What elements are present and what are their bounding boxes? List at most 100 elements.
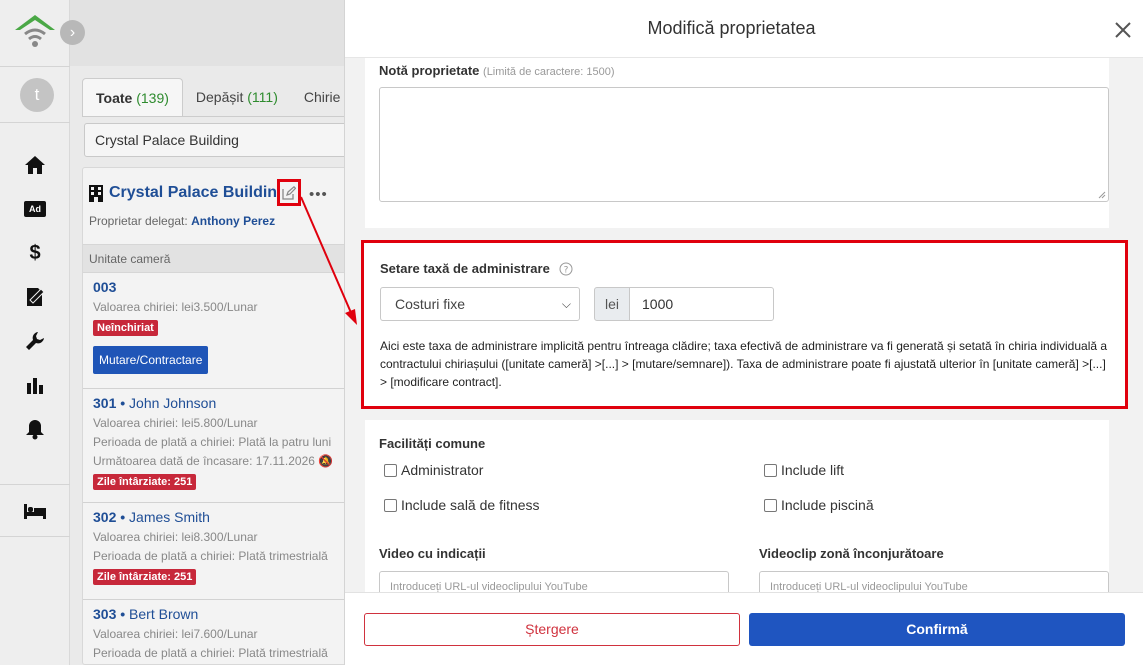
modal-footer: Ștergere Confirmă (345, 592, 1143, 665)
more-options-icon[interactable]: ••• (309, 186, 328, 203)
help-icon[interactable]: ? (559, 262, 573, 276)
resize-handle-icon[interactable] (1098, 191, 1106, 199)
unit-number[interactable]: 301 (93, 395, 116, 411)
divider (0, 122, 70, 123)
fee-type-select[interactable]: Costuri fixe ⌵ (380, 287, 580, 321)
fee-amount-input[interactable]: 1000 (629, 287, 774, 321)
expand-sidebar-button[interactable]: › (60, 20, 85, 45)
facility-lift-checkbox[interactable]: Include lift (764, 462, 844, 478)
divider (0, 484, 70, 485)
unit-title: 303 • Bert Brown (93, 606, 199, 622)
next-payment: Următoarea dată de încasare: 17.11.2026 … (93, 454, 369, 468)
building-icon (89, 184, 103, 202)
list-item[interactable]: 301 • John Johnson Valoarea chiriei: lei… (83, 389, 369, 503)
tab-label: Toate (96, 90, 133, 106)
unit-number[interactable]: 303 (93, 606, 116, 622)
tab-all[interactable]: Toate (139) (82, 78, 183, 116)
dollar-icon[interactable]: $ (23, 241, 47, 265)
facility-administrator-checkbox[interactable]: Administrator (384, 462, 483, 478)
filter-tabs: Toate (139) Depășit (111) Chirie (82, 78, 353, 116)
unit-column-header: Unitate cameră (83, 244, 369, 273)
contract-icon[interactable] (23, 285, 47, 309)
unit-period: Perioada de plată a chiriei: Plată trime… (93, 549, 328, 563)
fee-header: Setare taxă de administrare ? (380, 261, 573, 276)
next-payment-label: Următoarea dată de încasare: (93, 454, 253, 468)
home-icon[interactable] (23, 153, 47, 177)
bell-off-icon[interactable]: 🔕 (318, 454, 333, 468)
unit-rent: Valoarea chiriei: lei3.500/Lunar (93, 300, 258, 314)
property-select[interactable]: Crystal Palace Building (84, 123, 370, 157)
checkbox[interactable] (764, 498, 777, 512)
tab-count: (139) (136, 90, 169, 106)
facility-pool-checkbox[interactable]: Include piscină (764, 497, 874, 513)
currency-prefix: lei (594, 287, 630, 321)
overdue-badge: Zile întârziate: 251 (93, 474, 197, 490)
unit-title: 301 • John Johnson (93, 395, 217, 411)
tenant-name[interactable]: James Smith (129, 509, 210, 525)
fee-description: Aici este taxa de administrare implicită… (380, 339, 1108, 389)
chevron-down-icon: ⌵ (561, 297, 571, 311)
tab-overdue[interactable]: Depășit (111) (183, 78, 291, 116)
edit-property-modal: Modifică proprietatea Notă proprietate (… (344, 0, 1143, 665)
svg-text:?: ? (563, 265, 568, 275)
divider (82, 116, 370, 117)
ad-icon-label: Ad (24, 201, 46, 217)
next-payment-date: 17.11.2026 (255, 454, 315, 468)
video-url-input[interactable]: Introduceți URL-ul videoclipului YouTube (379, 571, 729, 592)
delegated-owner: Proprietar delegat: Anthony Perez (89, 214, 275, 228)
bed-icon[interactable] (23, 499, 47, 523)
move-in-button[interactable]: Mutare/Contractare (93, 346, 209, 374)
unit-number[interactable]: 003 (93, 279, 369, 295)
note-section: Notă proprietate (Limită de caractere: 1… (365, 58, 1109, 228)
owner-label: Proprietar delegat: (89, 214, 188, 228)
note-hint: (Limită de caractere: 1500) (483, 66, 615, 78)
checkbox[interactable] (384, 498, 397, 512)
delete-button[interactable]: Ștergere (364, 613, 740, 646)
bell-icon[interactable] (23, 417, 47, 441)
building-title[interactable]: Crystal Palace Building (109, 184, 287, 202)
facility-gym-checkbox[interactable]: Include sală de fitness (384, 497, 540, 513)
fee-type-value: Costuri fixe (395, 296, 466, 312)
chart-icon[interactable] (23, 373, 47, 397)
checkbox-label: Administrator (401, 462, 484, 478)
tab-label: Depășit (195, 89, 244, 105)
sidebar: › t Ad $ (0, 0, 85, 665)
checkbox[interactable] (764, 463, 777, 477)
owner-name[interactable]: Anthony Perez (191, 214, 275, 228)
avatar[interactable]: t (20, 78, 54, 112)
property-list-panel: Toate (139) Depășit (111) Chirie Crystal… (70, 0, 370, 665)
area-video-url-input[interactable]: Introduceți URL-ul videoclipului YouTube (759, 571, 1109, 592)
wrench-icon[interactable] (23, 329, 47, 353)
note-label-text: Notă proprietate (379, 63, 480, 78)
tenant-name[interactable]: John Johnson (129, 395, 216, 411)
unit-rent: Valoarea chiriei: lei7.600/Lunar (93, 627, 258, 641)
tab-count: (111) (247, 89, 278, 105)
checkbox-label: Include lift (781, 462, 845, 478)
edit-building-button[interactable] (277, 179, 301, 206)
divider (0, 66, 70, 67)
facilities-section: Facilități comune Administrator Include … (365, 420, 1109, 592)
status-badge: Neînchiriat (93, 320, 158, 336)
top-bar (70, 0, 370, 66)
checkbox[interactable] (384, 463, 397, 477)
unit-rent: Valoarea chiriei: lei5.800/Lunar (93, 416, 258, 430)
checkbox-label: Include sală de fitness (401, 497, 540, 513)
checkbox-label: Include piscină (781, 497, 874, 513)
unit-rent: Valoarea chiriei: lei8.300/Lunar (93, 530, 258, 544)
unit-period: Perioada de plată a chiriei: Plată trime… (93, 646, 328, 660)
confirm-button[interactable]: Confirmă (749, 613, 1125, 646)
close-icon[interactable] (1113, 20, 1133, 40)
list-item[interactable]: 003 Valoarea chiriei: lei3.500/Lunar Neî… (83, 273, 369, 389)
facilities-label: Facilități comune (379, 436, 486, 451)
unit-period: Perioada de plată a chiriei: Plată la pa… (93, 435, 332, 449)
overdue-badge: Zile întârziate: 251 (93, 569, 197, 585)
tenant-name[interactable]: Bert Brown (129, 606, 198, 622)
list-item[interactable]: 302 • James Smith Valoarea chiriei: lei8… (83, 503, 369, 600)
modal-title: Modifică proprietatea (647, 18, 816, 38)
unit-number[interactable]: 302 (93, 509, 116, 525)
divider (0, 536, 70, 537)
ad-icon[interactable]: Ad (23, 197, 47, 221)
tab-label: Chirie (303, 89, 341, 105)
note-textarea[interactable] (379, 87, 1109, 202)
list-item[interactable]: 303 • Bert Brown Valoarea chiriei: lei7.… (83, 600, 369, 664)
